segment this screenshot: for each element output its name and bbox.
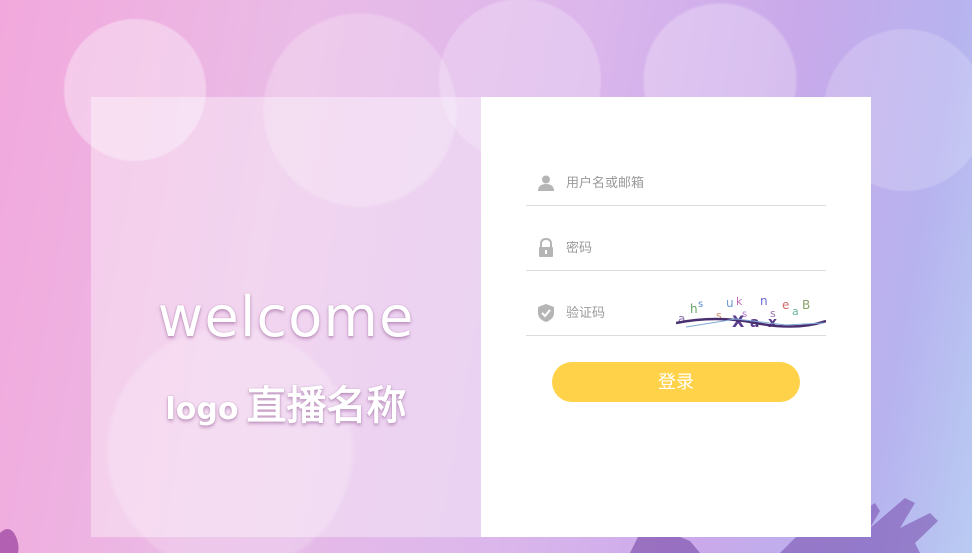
svg-text:B: B [802,298,810,312]
svg-text:n: n [760,295,768,308]
username-field [526,161,826,206]
password-field [526,226,826,271]
svg-text:e: e [782,298,789,312]
logo-text: logo [165,392,239,427]
login-form-panel: a h s s u k s n s e a B X a x 登录 [481,97,871,537]
captcha-input[interactable] [566,305,666,321]
shield-check-icon [536,303,556,323]
brand-title: logo 直播名称 [91,373,481,431]
captcha-field: a h s s u k s n s e a B X a x [526,291,826,336]
svg-text:a: a [792,305,799,318]
username-input[interactable] [566,175,746,191]
svg-text:h: h [690,302,698,316]
welcome-heading: welcome [157,285,415,350]
login-button[interactable]: 登录 [552,362,800,402]
captcha-image[interactable]: a h s s u k s n s e a B X a x [676,295,826,331]
welcome-panel: welcome logo 直播名称 [91,97,481,537]
svg-text:a: a [678,312,685,326]
svg-text:s: s [698,299,703,310]
password-input[interactable] [566,240,746,256]
user-icon [536,173,556,193]
site-name: 直播名称 [246,383,407,429]
svg-text:u: u [726,296,734,310]
svg-text:k: k [736,295,743,308]
lock-icon [536,238,556,258]
